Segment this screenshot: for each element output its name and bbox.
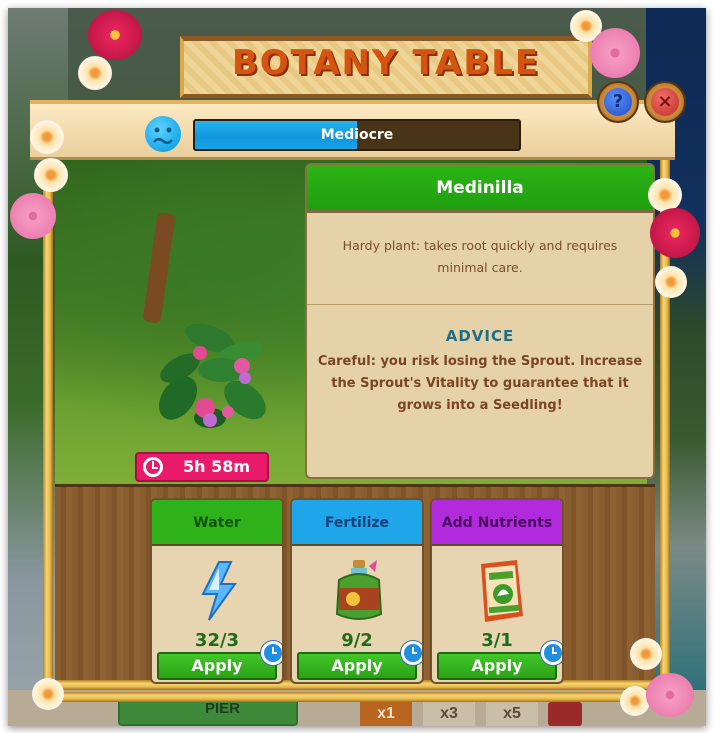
plumeria-flower-icon [655, 266, 687, 298]
action-card-fertilize: Fertilize 9/2 Apply [290, 498, 424, 684]
seed-bag-icon [481, 560, 523, 622]
help-button[interactable]: ? [597, 81, 639, 123]
plumeria-flower-icon [32, 678, 64, 710]
botany-table-dialog: 5h 58m Medinilla Hardy plant: takes root… [10, 8, 700, 717]
action-card-water: Water 32/3 Apply [150, 498, 284, 684]
plumeria-flower-icon [648, 178, 682, 212]
clock-icon [143, 457, 163, 477]
clock-icon [400, 640, 422, 666]
action-title-add-nutrients: Add Nutrients [432, 500, 562, 546]
plumeria-flower-icon [34, 158, 68, 192]
question-mark-icon: ? [604, 88, 632, 116]
growth-timer: 5h 58m [135, 452, 269, 482]
hibiscus-flower-icon [10, 193, 56, 239]
bamboo-frame-bottom-2 [43, 692, 670, 702]
plumeria-flower-icon [30, 120, 64, 154]
plant-info-card: Medinilla Hardy plant: takes root quickl… [305, 163, 655, 479]
action-title-water: Water [152, 500, 282, 546]
vitality-bar: Mediocre [193, 119, 521, 151]
lightning-bolt-icon [201, 561, 237, 621]
title-banner: BOTANY TABLE [180, 36, 592, 98]
close-icon: × [651, 88, 679, 116]
plant-description: Hardy plant: takes root quickly and requ… [307, 213, 653, 305]
apply-fertilize-button[interactable]: Apply [297, 652, 417, 680]
close-button[interactable]: × [644, 81, 686, 123]
apply-nutrients-button[interactable]: Apply [437, 652, 557, 680]
potion-bottle-icon [335, 560, 383, 620]
apply-water-button[interactable]: Apply [157, 652, 277, 680]
medinilla-plant-icon [158, 323, 266, 428]
advice-text: Careful: you risk losing the Sprout. Inc… [317, 354, 643, 413]
tree-trunk [142, 212, 176, 324]
timer-value: 5h 58m [183, 457, 251, 476]
hibiscus-flower-icon [646, 673, 694, 717]
action-card-add-nutrients: Add Nutrients 3/1 Apply [430, 498, 564, 684]
plumeria-flower-icon [78, 56, 112, 90]
clock-icon [260, 640, 282, 666]
dialog-title: BOTANY TABLE [231, 43, 541, 83]
hibiscus-flower-icon [88, 10, 142, 60]
plumeria-flower-icon [630, 638, 662, 670]
hibiscus-flower-icon [650, 208, 700, 258]
vitality-label: Mediocre [320, 127, 394, 143]
sad-face-icon [145, 116, 181, 152]
plant-name: Medinilla [307, 165, 653, 213]
vitality-bar-panel: Mediocre [30, 100, 675, 160]
advice-title: ADVICE [445, 327, 515, 345]
action-title-fertilize: Fertilize [292, 500, 422, 546]
clock-icon [540, 640, 562, 666]
hibiscus-flower-icon [590, 28, 640, 78]
